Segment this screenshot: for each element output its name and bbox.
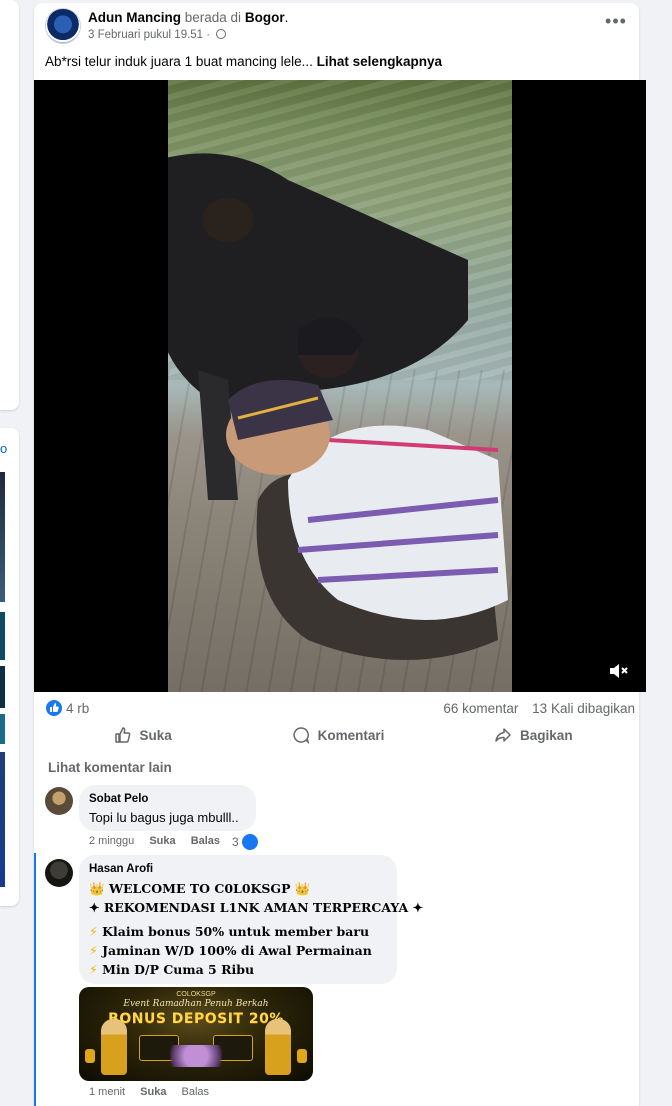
location-suffix: . bbox=[284, 10, 289, 25]
comment-button[interactable]: Komentari bbox=[240, 719, 435, 751]
left-thumbnail[interactable] bbox=[0, 612, 5, 660]
video-scene bbox=[168, 153, 508, 660]
volume-muted-icon[interactable] bbox=[608, 662, 630, 680]
comment-text: Topi lu bagus juga mbulll.. bbox=[89, 810, 239, 825]
like-reaction-icon bbox=[242, 834, 259, 850]
post-card: Adun Mancing berada di Bogor. 3 Februari… bbox=[34, 3, 646, 1106]
thumbs-up-icon bbox=[114, 727, 130, 743]
post-actions: Suka Komentari Bagikan bbox=[45, 719, 631, 751]
promo-banner-image[interactable]: COLOKSGP Event Ramadhan Penuh Berkah BON… bbox=[79, 987, 313, 1081]
comment-bubble: Sobat Pelo Topi lu bagus juga mbulll.. bbox=[79, 785, 256, 831]
avatar[interactable] bbox=[45, 787, 73, 815]
promo-line: ✦ REKOMENDASI L1NK AMAN TERPERCAYA ✦ bbox=[89, 900, 424, 915]
comment-time[interactable]: 1 menit bbox=[89, 1086, 125, 1098]
see-more-link[interactable]: Lihat selengkapnya bbox=[317, 54, 442, 69]
post-timestamp[interactable]: 3 Februari pukul 19.51 bbox=[88, 29, 203, 41]
promo-line: ⚡ Min D/P Cuma 5 Ribu bbox=[89, 962, 255, 977]
like-button[interactable]: Suka bbox=[45, 719, 240, 751]
avatar[interactable] bbox=[45, 859, 73, 887]
left-sidebar-link[interactable]: o bbox=[0, 441, 7, 456]
comment-time[interactable]: 2 minggu bbox=[89, 835, 134, 847]
left-thumbnail[interactable] bbox=[0, 752, 5, 887]
like-reaction-icon[interactable] bbox=[46, 700, 62, 716]
globe-icon bbox=[216, 29, 227, 39]
left-thumbnail[interactable] bbox=[0, 714, 5, 744]
comment-reply-button[interactable]: Balas bbox=[182, 1086, 210, 1098]
share-button[interactable]: Bagikan bbox=[436, 719, 631, 751]
comment-like-button[interactable]: Suka bbox=[140, 1086, 166, 1098]
comment-reply-button[interactable]: Balas bbox=[191, 835, 220, 847]
promo-line: ⚡ Klaim bonus 50% untuk member baru bbox=[89, 924, 370, 939]
reaction-count[interactable]: 4 rb bbox=[66, 701, 89, 716]
view-more-comments-link[interactable]: Lihat komentar lain bbox=[48, 760, 172, 775]
caption-text: Ab*rsi telur induk juara 1 buat mancing … bbox=[45, 54, 313, 69]
share-label: Bagikan bbox=[520, 727, 573, 743]
comment-like-button[interactable]: Suka bbox=[149, 835, 175, 847]
left-thumbnail[interactable] bbox=[0, 666, 5, 708]
comment-count[interactable]: 66 komentar bbox=[443, 701, 518, 716]
location-name[interactable]: Bogor bbox=[245, 10, 285, 25]
comment-icon bbox=[292, 727, 309, 744]
comment-reaction-count: 3 bbox=[232, 835, 239, 849]
promo-lines-bottom: ⚡ Klaim bonus 50% untuk member baru ⚡ Ja… bbox=[89, 922, 372, 979]
lantern-icon bbox=[297, 1049, 307, 1063]
comment-author[interactable]: Sobat Pelo bbox=[89, 793, 148, 805]
banner-gifts bbox=[159, 1045, 233, 1067]
comment-meta: 2 minggu Suka Balas bbox=[89, 835, 220, 847]
page-avatar[interactable] bbox=[45, 8, 81, 44]
post-timestamp-row: 3 Februari pukul 19.51 · bbox=[88, 29, 227, 41]
promo-line: 👑 WELCOME TO C0L0KSGP 👑 bbox=[89, 881, 311, 896]
banner-brand: COLOKSGP bbox=[176, 991, 216, 998]
like-label: Suka bbox=[139, 727, 172, 743]
left-sidebar-card bbox=[0, 0, 19, 410]
post-stats: 66 komentar 13 Kali dibagikan bbox=[443, 701, 635, 716]
promo-line: ⚡ Jaminan W/D 100% di Awal Permainan bbox=[89, 943, 372, 958]
comment-reactions[interactable]: 3 bbox=[232, 834, 259, 850]
video-player[interactable] bbox=[34, 80, 646, 692]
banner-figure bbox=[265, 1019, 291, 1075]
comment-author[interactable]: Hasan Arofi bbox=[89, 863, 153, 875]
post-header: Adun Mancing berada di Bogor. bbox=[88, 10, 288, 25]
location-prefix: berada di bbox=[184, 10, 242, 25]
share-icon bbox=[495, 728, 511, 742]
share-count[interactable]: 13 Kali dibagikan bbox=[532, 701, 635, 716]
more-horizontal-icon[interactable]: ••• bbox=[603, 12, 629, 35]
banner-figure bbox=[101, 1019, 127, 1075]
left-thumbnail[interactable] bbox=[0, 472, 5, 602]
lantern-icon bbox=[85, 1049, 95, 1063]
comment-meta: 1 menit Suka Balas bbox=[89, 1086, 209, 1098]
banner-event: Event Ramadhan Penuh Berkah bbox=[123, 999, 269, 1009]
comment-bubble: Hasan Arofi 👑 WELCOME TO C0L0KSGP 👑 ✦ RE… bbox=[79, 855, 423, 984]
promo-lines-top: 👑 WELCOME TO C0L0KSGP 👑 ✦ REKOMENDASI L1… bbox=[89, 879, 423, 917]
video-frame[interactable] bbox=[168, 80, 512, 692]
comment-thread-line bbox=[34, 853, 36, 1106]
author-name[interactable]: Adun Mancing bbox=[88, 10, 181, 25]
comment-label: Komentari bbox=[317, 727, 385, 743]
post-caption: Ab*rsi telur induk juara 1 buat mancing … bbox=[45, 54, 442, 69]
timestamp-separator: · bbox=[206, 29, 211, 41]
